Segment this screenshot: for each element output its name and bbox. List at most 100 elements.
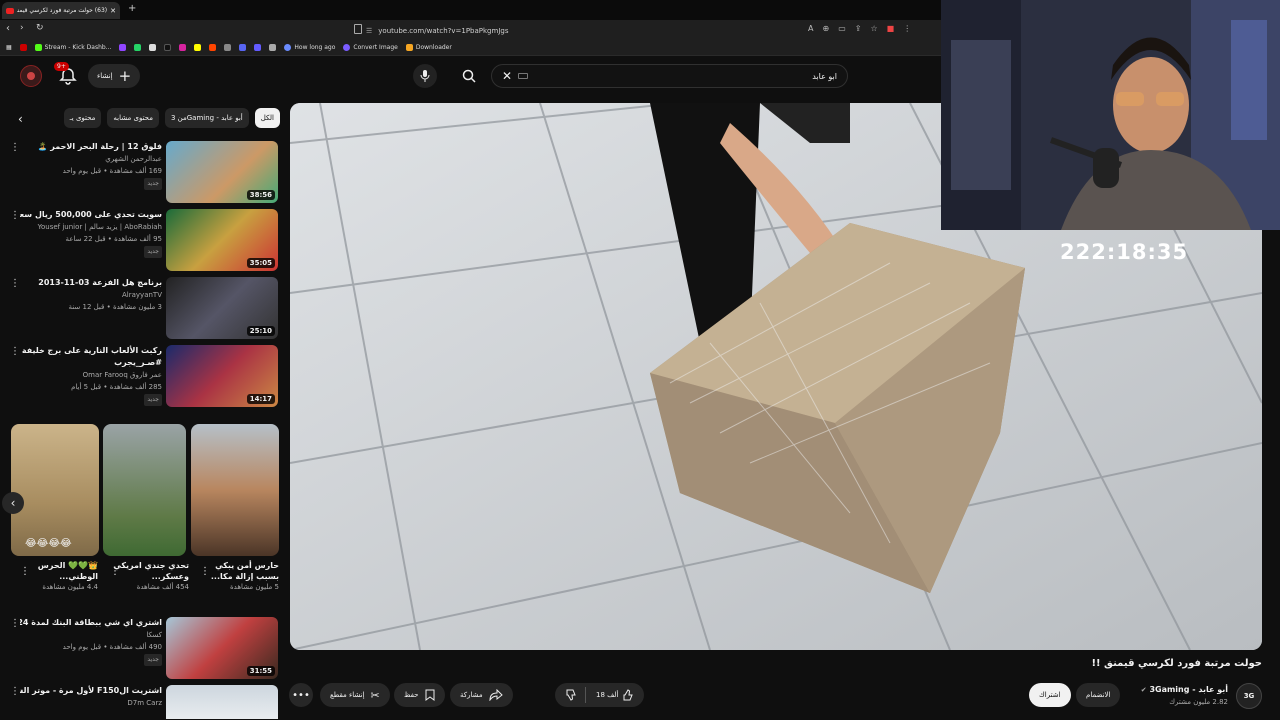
dislike-button[interactable] — [565, 687, 586, 703]
create-button[interactable]: إنشاء + — [88, 64, 141, 88]
list-item[interactable]: ⋮ اشتري اي شي ببطاقة البنك لمدة 24 ساعة … — [0, 617, 280, 681]
list-item[interactable]: ⋮ اشتريت الF150 لأول مرة - موتر الشتوية … — [0, 685, 280, 719]
browser-tab[interactable]: (63) حولت مرتبة فورد لكرسي قيمنق ✕ — [2, 2, 120, 19]
rec-thumbnail[interactable] — [166, 685, 278, 719]
save-button[interactable]: حفظ — [394, 683, 445, 707]
list-item[interactable]: ⋮ برنامج هل الفزعة 03-11-2013 AlrayyanTV… — [0, 277, 280, 341]
share-page-icon[interactable]: ⇪ — [855, 24, 862, 33]
rec-title: ركبت الألعاب النارية على برج خليفة 🧨 — [20, 346, 162, 355]
avatar-image — [27, 72, 35, 80]
chip-all[interactable]: الكل — [254, 108, 280, 128]
stripe-icon[interactable] — [254, 44, 262, 51]
chip[interactable]: محتوى يـ — [63, 108, 102, 128]
new-badge: جديد — [144, 654, 162, 666]
bookmark-kick[interactable]: Stream - Kick Dashb... — [34, 44, 111, 51]
star-icon[interactable]: ☆ — [870, 24, 877, 33]
rec-channel: D7m Carz — [127, 699, 162, 707]
zoom-icon[interactable]: ⊕ — [822, 24, 829, 33]
translate-icon[interactable]: A — [808, 24, 813, 33]
rec-thumbnail[interactable]: 35:05 — [166, 209, 278, 271]
more-options-icon[interactable]: ⋮ — [10, 347, 20, 359]
channel-avatar[interactable]: 3G — [1236, 683, 1262, 709]
more-options-icon[interactable]: ⋮ — [10, 279, 20, 291]
duration-badge: 25:10 — [246, 326, 275, 336]
notifications-button[interactable]: 9+ — [54, 62, 78, 86]
duration-badge: 38:56 — [246, 190, 275, 200]
apps-icon[interactable]: ▦ — [6, 44, 12, 51]
more-horizontal-icon: ••• — [292, 689, 310, 701]
short-thumbnail[interactable] — [191, 424, 279, 556]
rec-meta: سويت تحدي على 500,000 ريال سعودي ! AboRa… — [20, 209, 162, 258]
instagram-icon[interactable] — [179, 44, 187, 51]
clear-search-icon[interactable]: ✕ — [502, 69, 512, 83]
snapchat-icon[interactable] — [194, 44, 202, 51]
stream-timer: 222:18:35 — [1060, 240, 1189, 264]
plus-icon: + — [118, 67, 132, 85]
list-item[interactable]: ⋮ ركبت الألعاب النارية على برج خليفة 🧨 #… — [0, 345, 280, 409]
share-button[interactable]: مشاركة — [450, 683, 513, 707]
extension-icon[interactable]: ■ — [887, 24, 895, 33]
whatsapp-icon[interactable] — [134, 44, 142, 51]
short-thumbnail[interactable]: 😂😂😂😂 — [11, 424, 99, 556]
clip-label: إنشاء مقطع — [330, 691, 365, 699]
voice-search-button[interactable] — [413, 64, 437, 88]
more-options-icon[interactable]: ⋮ — [10, 211, 20, 223]
discord-icon[interactable] — [239, 44, 247, 51]
rec-thumbnail[interactable]: 25:10 — [166, 277, 278, 339]
subscribe-button[interactable]: اشتراك — [1029, 683, 1071, 707]
like-dislike-group: 18 ألف — [555, 683, 645, 707]
more-options-icon[interactable]: ⋮ — [10, 619, 20, 631]
search-button[interactable] — [455, 64, 483, 88]
more-actions-button[interactable]: ••• — [289, 683, 313, 707]
reddit-icon[interactable] — [209, 44, 217, 51]
avatar[interactable] — [20, 65, 42, 87]
rec-channel: كسكا — [146, 631, 162, 639]
like-button[interactable]: 18 ألف — [586, 689, 644, 701]
more-options-icon[interactable]: ⋮ — [200, 566, 210, 577]
bookmark-icon[interactable] — [269, 44, 277, 51]
join-button[interactable]: الانضمام — [1076, 683, 1121, 707]
shorts-prev-button[interactable]: ‹ — [2, 492, 24, 514]
list-item[interactable]: ⋮ سويت تحدي على 500,000 ريال سعودي ! Abo… — [0, 209, 280, 273]
rec-channel: عبدالرحمن الشهري — [105, 155, 162, 163]
list-item[interactable]: ⋮ فلوق 12 | رحلة البحر الاحمر 🏝️ عبدالرح… — [0, 141, 280, 205]
more-options-icon[interactable]: ⋮ — [10, 687, 20, 699]
clip-button[interactable]: إنشاء مقطع ✂ — [320, 683, 390, 707]
more-options-icon[interactable]: ⋮ — [10, 143, 20, 155]
rec-thumbnail[interactable]: 38:56 — [166, 141, 278, 203]
forward-icon[interactable]: › — [20, 23, 24, 33]
join-label: الانضمام — [1086, 691, 1111, 699]
reload-icon[interactable]: ↻ — [36, 23, 44, 33]
twitch-icon[interactable] — [119, 44, 127, 51]
rec-thumbnail[interactable]: 31:55 — [166, 617, 278, 679]
chip[interactable]: محتوى مشابه — [107, 108, 159, 128]
screen-icon[interactable]: ▭ — [838, 24, 846, 33]
bookmark-page-icon[interactable] — [354, 24, 362, 34]
close-tab-icon[interactable]: ✕ — [110, 7, 116, 15]
duration-badge: 35:05 — [246, 258, 275, 268]
rec-thumbnail[interactable]: 14:17 — [166, 345, 278, 407]
more-options-icon[interactable]: ⋮ — [110, 566, 120, 577]
short-caption: 😂😂😂😂 — [25, 538, 72, 549]
chip[interactable]: من 3Gaming - أبو عابد — [164, 108, 249, 128]
bookmark-downloader[interactable]: Downloader — [405, 44, 452, 51]
download-icon — [405, 44, 413, 51]
back-icon[interactable]: ‹ — [6, 23, 10, 34]
bookmark-icon[interactable] — [224, 44, 232, 51]
chips-scroll-left-icon[interactable]: ‹ — [18, 112, 23, 126]
rec-title: فلوق 12 | رحلة البحر الاحمر 🏝️ — [37, 142, 162, 151]
menu-icon[interactable]: ⋮ — [903, 24, 911, 33]
keyboard-icon[interactable] — [518, 73, 529, 79]
tiktok-icon[interactable] — [164, 44, 172, 51]
bookmark-how-long-ago[interactable]: How long ago — [284, 44, 335, 51]
url-field[interactable]: ☰ youtube.com/watch?v=1PbaPkgmJgs — [366, 24, 800, 37]
x-icon[interactable] — [149, 44, 157, 51]
bookmark-icon[interactable] — [19, 44, 27, 51]
new-tab-icon[interactable]: + — [128, 3, 136, 14]
browser-tab-bar: (63) حولت مرتبة فورد لكرسي قيمنق ✕ + — [0, 0, 941, 20]
rec-title: اشتري اي شي ببطاقة البنك لمدة 24 ساعة — [20, 618, 162, 627]
search-input[interactable]: ✕ ابو عابد — [491, 64, 848, 88]
more-options-icon[interactable]: ⋮ — [20, 566, 30, 577]
short-thumbnail[interactable] — [103, 424, 186, 556]
bookmark-convert-image[interactable]: Convert Image — [343, 44, 398, 51]
